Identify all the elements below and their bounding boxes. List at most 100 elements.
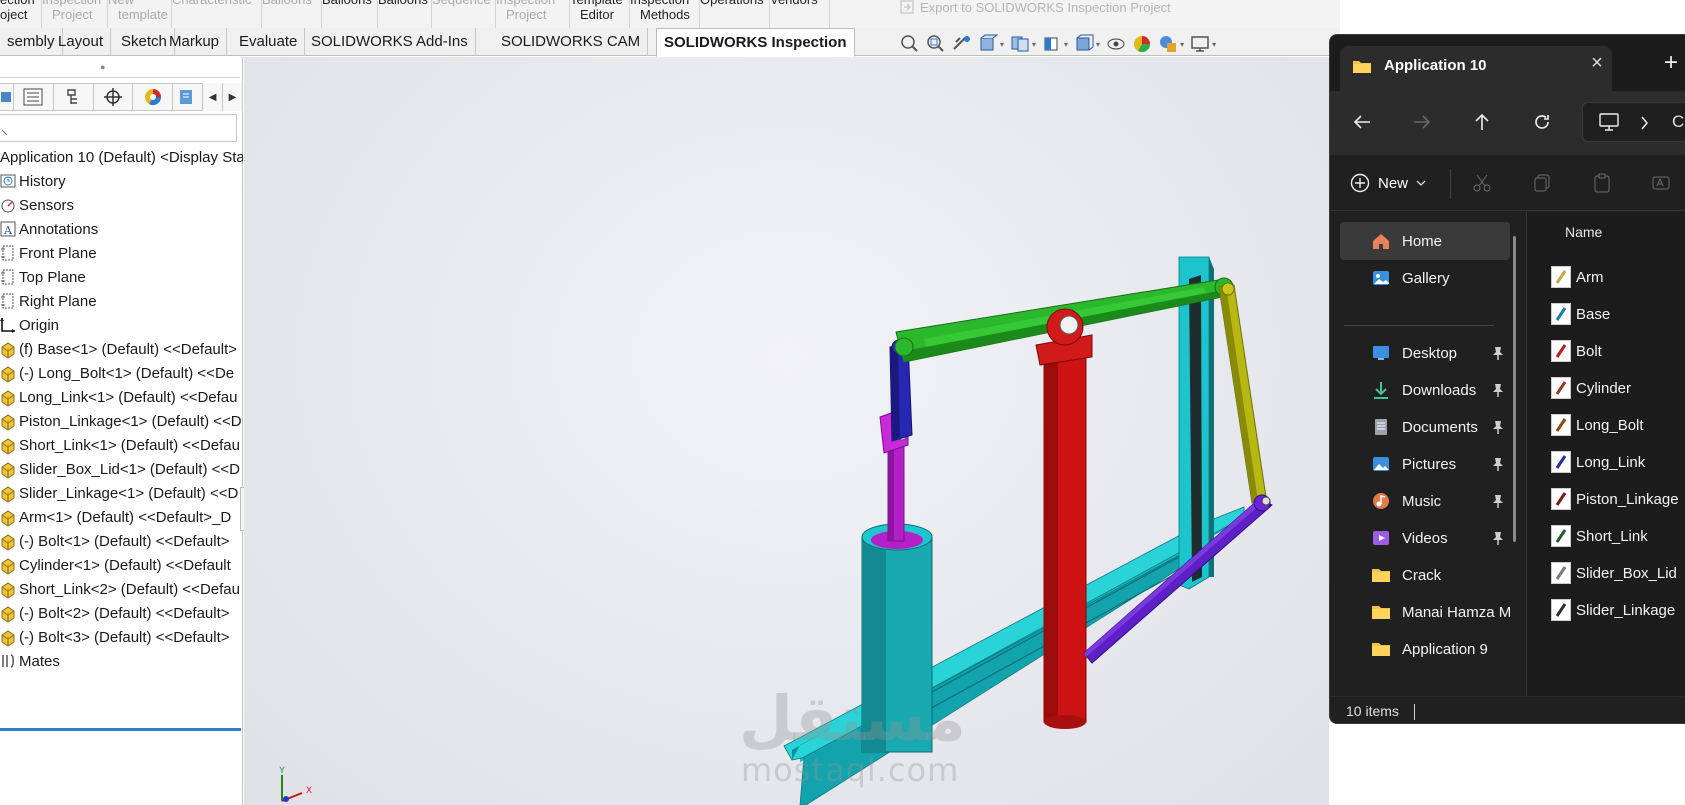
- zoom-to-fit-icon[interactable]: [900, 35, 920, 53]
- ribbon-command[interactable]: Characteristic: [172, 0, 262, 28]
- propertymanager-tab[interactable]: [13, 83, 54, 111]
- new-button[interactable]: New: [1350, 169, 1426, 197]
- chevron-down-icon[interactable]: ▾: [1180, 40, 1184, 49]
- file-item[interactable]: Piston_Linkage: [1551, 484, 1679, 514]
- tab-markup[interactable]: Markup: [162, 28, 228, 56]
- tree-item-slider_box_lid[interactable]: Slider_Box_Lid<1> (Default) <<D: [0, 457, 243, 481]
- pin-icon[interactable]: [1492, 383, 1504, 400]
- tree-root-assembly[interactable]: Application 10 (Default) <Display Sta: [0, 145, 243, 169]
- ribbon-command[interactable]: Balloons: [322, 0, 378, 28]
- graphics-area[interactable]: مستقل mostaql.com Y X: [244, 57, 1329, 805]
- hide-show-icon[interactable]: [1106, 35, 1126, 53]
- tree-item-short_link[interactable]: Short_Link<1> (Default) <<Defau: [0, 433, 243, 457]
- file-item[interactable]: Cylinder: [1551, 373, 1631, 403]
- file-item[interactable]: Long_Link: [1551, 447, 1645, 477]
- display-manager-tab[interactable]: [133, 83, 174, 111]
- paste-icon[interactable]: [1590, 171, 1614, 195]
- tree-item-component[interactable]: (-) Bolt<3> (Default) <<Default>: [0, 625, 243, 649]
- edit-appearance-icon[interactable]: [1132, 35, 1152, 53]
- file-item[interactable]: Long_Bolt: [1551, 410, 1644, 440]
- display-style-icon[interactable]: [1074, 34, 1094, 53]
- tree-item-origin[interactable]: Origin: [0, 313, 243, 337]
- tab-scroll-right-icon[interactable]: ▶: [223, 83, 243, 111]
- nav-item-desktop[interactable]: Desktop: [1340, 334, 1510, 372]
- tab-scroll-left-icon[interactable]: ◀: [203, 83, 224, 111]
- file-item[interactable]: Base: [1551, 299, 1610, 329]
- ribbon-command[interactable]: InspectionMethods: [630, 0, 700, 28]
- nav-item-downloads[interactable]: Downloads: [1340, 371, 1510, 409]
- export-inspection-project-button[interactable]: Export to SOLIDWORKS Inspection Project: [900, 0, 1171, 15]
- nav-item-music[interactable]: Music: [1340, 482, 1510, 520]
- feature-tree-filter[interactable]: ⸜: [0, 114, 237, 142]
- apply-scene-icon[interactable]: [1158, 35, 1178, 53]
- nav-item-crack[interactable]: Crack: [1340, 556, 1510, 594]
- section-view-icon[interactable]: [978, 34, 998, 53]
- tab-solidworks-cam[interactable]: SOLIDWORKS CAM: [494, 28, 649, 56]
- chevron-down-icon[interactable]: ▾: [1032, 40, 1036, 49]
- back-arrow-icon[interactable]: [1347, 107, 1377, 137]
- column-header-name[interactable]: Name: [1565, 224, 1602, 240]
- ribbon-command[interactable]: ectionoject: [0, 0, 42, 28]
- chevron-down-icon[interactable]: ▾: [1064, 40, 1068, 49]
- view-settings-icon[interactable]: [1190, 35, 1210, 53]
- new-tab-icon[interactable]: +: [1664, 51, 1678, 75]
- nav-item-gallery[interactable]: Gallery: [1340, 259, 1510, 297]
- panel-grip-icon[interactable]: ●: [100, 62, 110, 72]
- tree-item-top[interactable]: Top Plane: [0, 265, 243, 289]
- tree-item-right[interactable]: Right Plane: [0, 289, 243, 313]
- chevron-down-icon[interactable]: ▾: [1096, 40, 1100, 49]
- ribbon-command[interactable]: TemplateEditor: [570, 0, 630, 28]
- close-tab-icon[interactable]: ×: [1587, 53, 1607, 73]
- tree-item-component[interactable]: (-) Bolt<2> (Default) <<Default>: [0, 601, 243, 625]
- file-item[interactable]: Arm: [1551, 262, 1604, 292]
- nav-item-pictures[interactable]: Pictures: [1340, 445, 1510, 483]
- ribbon-command[interactable]: Balloons: [262, 0, 322, 28]
- file-item[interactable]: Slider_Box_Lid: [1551, 558, 1677, 588]
- configurationmanager-tab[interactable]: [53, 83, 94, 111]
- pin-icon[interactable]: [1492, 457, 1504, 474]
- rename-icon[interactable]: [1650, 171, 1674, 195]
- navigation-pane-scrollbar[interactable]: [1513, 236, 1516, 542]
- ribbon-command[interactable]: InspectionProject: [496, 0, 570, 28]
- file-item[interactable]: Slider_Linkage: [1551, 595, 1675, 625]
- tree-item-component[interactable]: (-) Long_Bolt<1> (Default) <<De: [0, 361, 243, 385]
- chevron-down-icon[interactable]: ▾: [1212, 40, 1216, 49]
- nav-item-videos[interactable]: Videos: [1340, 519, 1510, 557]
- previous-view-icon[interactable]: [952, 35, 972, 53]
- tree-item-short_link[interactable]: Short_Link<2> (Default) <<Defau: [0, 577, 243, 601]
- nav-item-application-9[interactable]: Application 9: [1340, 630, 1510, 668]
- file-item[interactable]: Short_Link: [1551, 521, 1648, 551]
- view-orientation-icon[interactable]: [1042, 35, 1062, 53]
- tree-item-sensors[interactable]: Sensors: [0, 193, 243, 217]
- cut-icon[interactable]: [1470, 171, 1494, 195]
- tree-item-long_link[interactable]: Long_Link<1> (Default) <<Defau: [0, 385, 243, 409]
- tree-item-piston_linkage[interactable]: Piston_Linkage<1> (Default) <<D: [0, 409, 243, 433]
- dimxpert-tab[interactable]: [93, 83, 134, 111]
- tab-evaluate[interactable]: Evaluate: [232, 28, 306, 56]
- featuremanager-tab[interactable]: [0, 83, 14, 111]
- up-arrow-icon[interactable]: [1467, 107, 1497, 137]
- dynamic-annotation-icon[interactable]: [1010, 35, 1030, 53]
- tree-item-mates[interactable]: Mates: [0, 649, 243, 673]
- refresh-icon[interactable]: [1527, 107, 1557, 137]
- inspection-tab[interactable]: [173, 83, 204, 111]
- tree-item-component[interactable]: (-) Bolt<1> (Default) <<Default>: [0, 529, 243, 553]
- tree-item-cylinder[interactable]: Cylinder<1> (Default) <<Default: [0, 553, 243, 577]
- tab-layout[interactable]: Layout: [51, 28, 112, 56]
- tree-item-history[interactable]: History: [0, 169, 243, 193]
- pin-icon[interactable]: [1492, 420, 1504, 437]
- tree-item-annotations[interactable]: A Annotations: [0, 217, 243, 241]
- tab-solidworks-add-ins[interactable]: SOLIDWORKS Add-Ins: [304, 28, 476, 56]
- zoom-to-area-icon[interactable]: [926, 35, 946, 53]
- tab-solidworks-inspection[interactable]: SOLIDWORKS Inspection: [656, 28, 855, 57]
- tree-item-slider_linkage[interactable]: Slider_Linkage<1> (Default) <<D: [0, 481, 243, 505]
- ribbon-command[interactable]: Balloons: [378, 0, 432, 28]
- copy-icon[interactable]: [1530, 171, 1554, 195]
- file-item[interactable]: Bolt: [1551, 336, 1602, 366]
- ribbon-command[interactable]: Operations: [700, 0, 770, 28]
- nav-item-manai-hamza-m[interactable]: Manai Hamza M: [1340, 593, 1510, 631]
- address-bar[interactable]: [1582, 102, 1685, 142]
- pin-icon[interactable]: [1492, 494, 1504, 511]
- nav-item-documents[interactable]: Documents: [1340, 408, 1510, 446]
- ribbon-command[interactable]: Sequence: [432, 0, 496, 28]
